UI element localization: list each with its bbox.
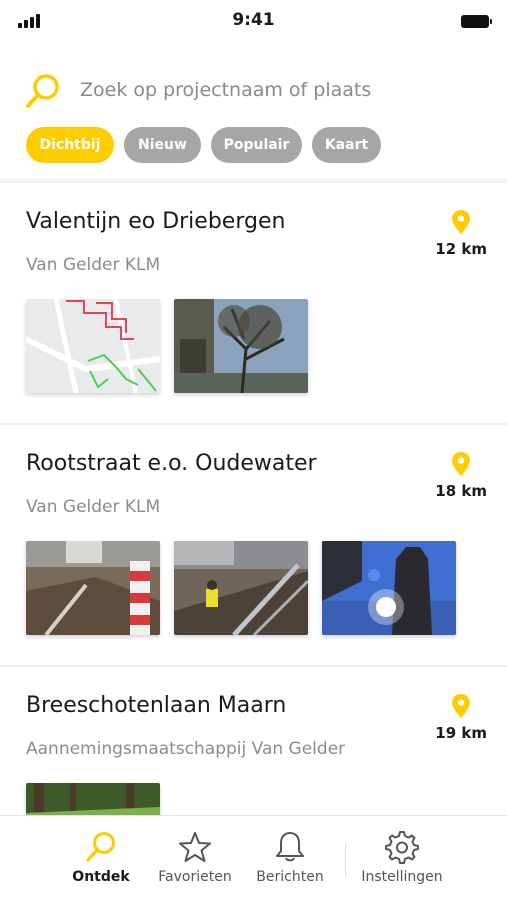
project-card[interactable]: Rootstraat e.o. Oudewater Van Gelder KLM… xyxy=(0,425,507,667)
filter-chip-kaart[interactable]: Kaart xyxy=(312,127,381,163)
project-images xyxy=(26,783,160,815)
project-company: Van Gelder KLM xyxy=(26,497,161,517)
project-card[interactable]: Breeschotenlaan Maarn Aannemingsmaatscha… xyxy=(0,667,507,815)
location-pin-icon xyxy=(452,210,470,234)
tab-favorieten[interactable]: Favorieten xyxy=(145,830,245,890)
tab-divider xyxy=(345,844,346,876)
filter-chips: Dichtbij Nieuw Populair Kaart xyxy=(26,127,381,163)
church-tower-photo[interactable] xyxy=(322,541,456,635)
search-input[interactable] xyxy=(80,75,460,105)
gear-icon xyxy=(385,831,419,864)
location-pin-icon xyxy=(452,694,470,718)
project-distance: 19 km xyxy=(435,724,487,742)
tree-photo[interactable] xyxy=(174,299,308,393)
bell-icon xyxy=(276,832,304,862)
project-feed[interactable]: Valentijn eo Driebergen Van Gelder KLM 1… xyxy=(0,183,507,815)
project-title: Valentijn eo Driebergen xyxy=(26,209,286,234)
tab-label: Ontdek xyxy=(72,869,130,885)
project-title: Rootstraat e.o. Oudewater xyxy=(26,451,317,476)
tab-bar: Ontdek Favorieten Berichten Instellingen xyxy=(0,815,507,900)
project-images xyxy=(26,299,308,393)
construction-photo[interactable] xyxy=(26,541,160,635)
search-icon[interactable] xyxy=(24,72,64,112)
filter-chip-dichtbij[interactable]: Dichtbij xyxy=(26,127,114,163)
project-company: Aannemingsmaatschappij Van Gelder xyxy=(26,739,346,759)
filter-chip-nieuw[interactable]: Nieuw xyxy=(124,127,201,163)
project-distance: 18 km xyxy=(435,482,487,500)
forest-photo[interactable] xyxy=(26,783,160,815)
star-icon xyxy=(179,832,211,862)
search-icon xyxy=(86,832,115,862)
map-thumbnail[interactable] xyxy=(26,299,160,393)
status-bar: 9:41 xyxy=(0,0,507,44)
filter-chip-populair[interactable]: Populair xyxy=(211,127,302,163)
tab-label: Instellingen xyxy=(361,869,443,885)
location-pin-icon xyxy=(452,452,470,476)
project-company: Van Gelder KLM xyxy=(26,255,161,275)
tab-berichten[interactable]: Berichten xyxy=(240,830,340,890)
project-title: Breeschotenlaan Maarn xyxy=(26,693,287,718)
search-bar[interactable] xyxy=(24,68,484,114)
tab-label: Berichten xyxy=(256,869,324,885)
project-card[interactable]: Valentijn eo Driebergen Van Gelder KLM 1… xyxy=(0,183,507,425)
worker-trench-photo[interactable] xyxy=(174,541,308,635)
project-images xyxy=(26,541,456,635)
project-distance: 12 km xyxy=(435,240,487,258)
tab-label: Favorieten xyxy=(158,869,232,885)
status-time: 9:41 xyxy=(232,10,275,30)
battery-icon xyxy=(461,15,492,28)
tab-instellingen[interactable]: Instellingen xyxy=(352,830,452,890)
tab-ontdek[interactable]: Ontdek xyxy=(51,830,151,890)
